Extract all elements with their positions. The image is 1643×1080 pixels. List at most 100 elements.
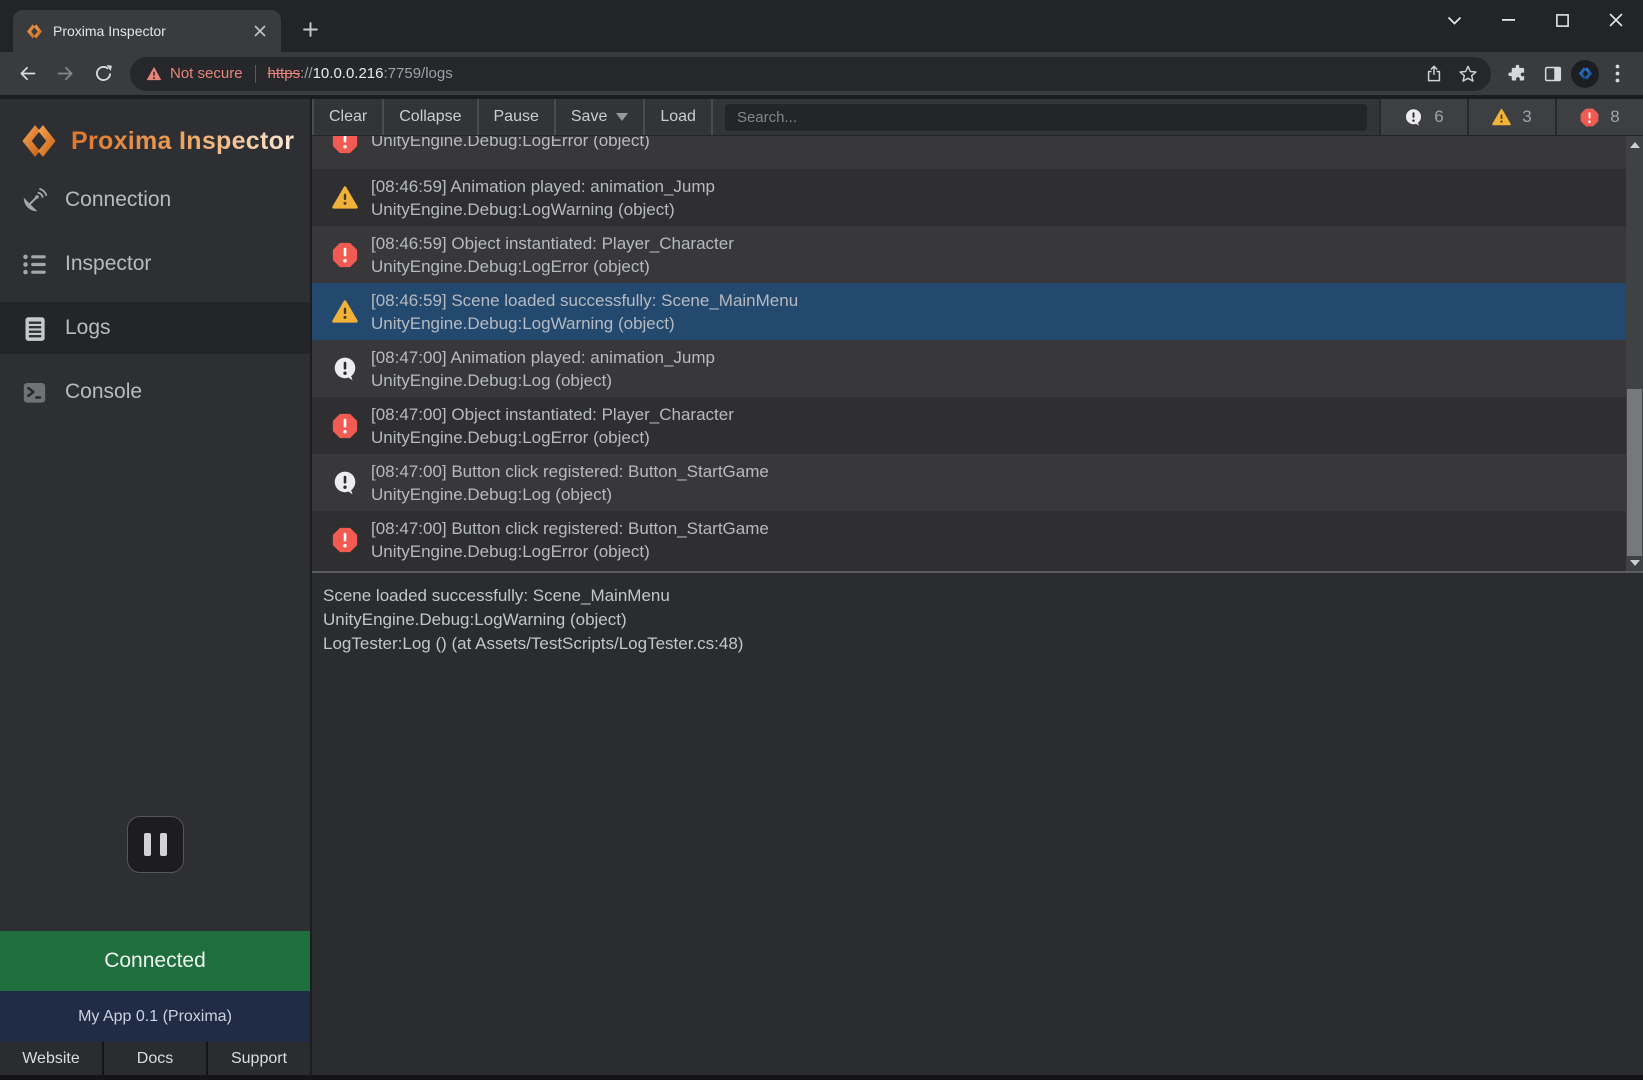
log-stacktrace: UnityEngine.Debug:LogError (object) xyxy=(371,540,769,563)
sidebar-item-logs[interactable]: Logs xyxy=(0,302,310,354)
docs-link[interactable]: Docs xyxy=(104,1042,206,1075)
log-message: [08:46:59] Object instantiated: Player_C… xyxy=(371,232,734,255)
error-filter-button[interactable]: 8 xyxy=(1555,99,1643,135)
log-stacktrace: UnityEngine.Debug:LogError (object) xyxy=(371,426,734,449)
warning-count: 3 xyxy=(1522,107,1531,127)
satellite-dish-icon xyxy=(21,187,48,214)
sidebar-item-console[interactable]: Console xyxy=(0,366,310,418)
detail-line: UnityEngine.Debug:LogWarning (object) xyxy=(323,608,1629,632)
minimize-button[interactable] xyxy=(1481,0,1535,40)
log-rows: UnityEngine.Debug:LogError (object) [08:… xyxy=(312,136,1626,571)
error-octagon-icon xyxy=(332,527,358,553)
error-octagon-icon xyxy=(1580,108,1599,127)
log-level-icon xyxy=(332,185,358,211)
scroll-down-arrow-icon[interactable] xyxy=(1626,554,1643,571)
sidebar: Proxima Inspector Connection I xyxy=(0,99,310,1075)
log-stacktrace: UnityEngine.Debug:LogError (object) xyxy=(371,136,650,152)
pause-icon xyxy=(144,833,151,856)
url-text: https://10.0.0.216:7759/logs xyxy=(268,65,453,82)
log-text: [08:47:00] Object instantiated: Player_C… xyxy=(371,403,734,449)
website-link[interactable]: Website xyxy=(0,1042,102,1075)
sidebar-item-inspector[interactable]: Inspector xyxy=(0,238,310,290)
log-entry[interactable]: [08:47:00] Object instantiated: Player_C… xyxy=(312,397,1626,454)
proxima-logo-icon xyxy=(20,122,58,160)
log-entry[interactable]: UnityEngine.Debug:LogError (object) xyxy=(312,136,1626,169)
log-text: [08:47:00] Button click registered: Butt… xyxy=(371,517,769,563)
log-stacktrace: UnityEngine.Debug:Log (object) xyxy=(371,369,715,392)
log-level-icon xyxy=(332,413,358,439)
info-filter-button[interactable]: 6 xyxy=(1379,99,1467,135)
sidebar-item-connection[interactable]: Connection xyxy=(0,174,310,226)
connection-status-label: Connected xyxy=(104,949,206,973)
tab-search-chevron-icon[interactable] xyxy=(1427,0,1481,40)
browser-window: Proxima Inspector xyxy=(0,0,1643,1080)
scroll-up-arrow-icon[interactable] xyxy=(1626,136,1643,153)
clear-button[interactable]: Clear xyxy=(312,99,384,135)
proxima-extension-icon[interactable] xyxy=(1571,60,1599,88)
log-message: [08:46:59] Animation played: animation_J… xyxy=(371,175,715,198)
forward-button[interactable] xyxy=(46,55,84,93)
pause-button[interactable]: Pause xyxy=(479,99,556,135)
log-stacktrace: UnityEngine.Debug:LogWarning (object) xyxy=(371,198,715,221)
reload-button[interactable] xyxy=(84,55,122,93)
error-octagon-icon xyxy=(332,136,358,154)
search-input[interactable] xyxy=(725,104,1367,131)
log-entry[interactable]: [08:46:59] Object instantiated: Player_C… xyxy=(312,226,1626,283)
load-button[interactable]: Load xyxy=(645,99,713,135)
info-bubble-icon xyxy=(332,470,358,496)
warning-filter-button[interactable]: 3 xyxy=(1467,99,1555,135)
tab-title: Proxima Inspector xyxy=(53,23,239,39)
log-message: [08:46:59] Scene loaded successfully: Sc… xyxy=(371,289,798,312)
detail-line: Scene loaded successfully: Scene_MainMen… xyxy=(323,584,1629,608)
log-entry[interactable]: [08:46:59] Scene loaded successfully: Sc… xyxy=(312,283,1626,340)
close-button[interactable] xyxy=(1589,0,1643,40)
back-button[interactable] xyxy=(8,55,46,93)
tab-close-icon[interactable] xyxy=(249,20,271,42)
log-scrollbar[interactable] xyxy=(1626,136,1643,571)
sidebar-item-label: Connection xyxy=(65,188,171,212)
log-entry[interactable]: [08:47:00] Button click registered: Butt… xyxy=(312,511,1626,568)
log-detail-pane: Scene loaded successfully: Scene_MainMen… xyxy=(312,571,1643,1075)
save-button[interactable]: Save xyxy=(556,99,645,135)
window-controls xyxy=(1427,0,1643,40)
pause-stream-button[interactable] xyxy=(127,816,184,873)
logs-toolbar: Clear Collapse Pause Save Load 6 xyxy=(312,99,1643,136)
browser-menu-kebab-icon[interactable] xyxy=(1599,55,1635,93)
new-tab-button[interactable] xyxy=(295,14,325,44)
support-link[interactable]: Support xyxy=(208,1042,310,1075)
bookmark-star-icon[interactable] xyxy=(1451,57,1485,91)
log-text: [08:46:59] Animation played: animation_J… xyxy=(371,175,715,221)
tab-strip: Proxima Inspector xyxy=(0,0,1643,52)
browser-tab[interactable]: Proxima Inspector xyxy=(13,10,281,52)
browser-toolbar: Not secure https://10.0.0.216:7759/logs xyxy=(0,52,1643,95)
maximize-button[interactable] xyxy=(1535,0,1589,40)
side-panel-icon[interactable] xyxy=(1535,55,1571,93)
log-message: [08:47:00] Button click registered: Butt… xyxy=(371,517,769,540)
error-count: 8 xyxy=(1610,107,1619,127)
scrollbar-thumb[interactable] xyxy=(1627,389,1642,556)
document-icon xyxy=(21,315,48,342)
log-entry[interactable]: [08:47:00] Animation played: animation_J… xyxy=(312,340,1626,397)
detail-line: LogTester:Log () (at Assets/TestScripts/… xyxy=(323,632,1629,656)
log-level-icon xyxy=(332,470,358,496)
warning-triangle-icon xyxy=(332,299,358,325)
brand-title: Proxima Inspector xyxy=(71,127,294,156)
save-dropdown-caret-icon[interactable] xyxy=(616,113,628,121)
log-text: [08:47:00] Animation played: animation_J… xyxy=(371,346,715,392)
brand: Proxima Inspector xyxy=(0,99,310,161)
log-level-icon xyxy=(332,242,358,268)
warning-triangle-icon xyxy=(1492,108,1511,127)
window-bottom-edge xyxy=(0,1075,1643,1080)
log-stacktrace: UnityEngine.Debug:LogError (object) xyxy=(371,255,734,278)
log-entry[interactable]: [08:47:00] Button click registered: Butt… xyxy=(312,454,1626,511)
address-bar[interactable]: Not secure https://10.0.0.216:7759/logs xyxy=(130,57,1491,91)
share-icon[interactable] xyxy=(1417,57,1451,91)
log-stacktrace: UnityEngine.Debug:LogWarning (object) xyxy=(371,312,798,335)
collapse-button[interactable]: Collapse xyxy=(384,99,478,135)
sidebar-footer: Website Docs Support xyxy=(0,1042,310,1075)
info-bubble-icon xyxy=(1404,108,1423,127)
log-entry[interactable]: [08:46:59] Animation played: animation_J… xyxy=(312,169,1626,226)
info-count: 6 xyxy=(1434,107,1443,127)
error-octagon-icon xyxy=(332,413,358,439)
extensions-puzzle-icon[interactable] xyxy=(1499,55,1535,93)
